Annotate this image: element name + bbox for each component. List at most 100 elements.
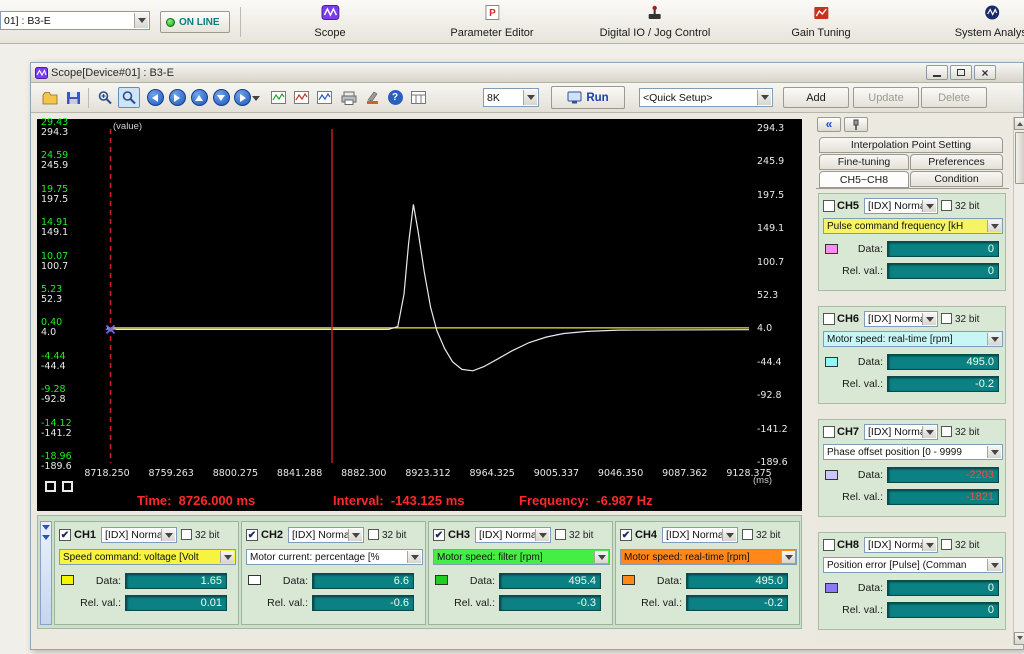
ch4-signal-select[interactable]: Motor speed: real-time [rpm] (620, 549, 797, 565)
open-file-button[interactable] (39, 87, 61, 108)
device-selector[interactable]: 01] : B3-E (0, 11, 150, 30)
ch5-32bit-checkbox[interactable] (941, 200, 952, 211)
run-button[interactable]: Run (551, 86, 625, 109)
ch5-idx-select[interactable]: [IDX] Norma (864, 198, 938, 214)
sample-rate-select[interactable]: 8K (483, 88, 539, 107)
zoom-window-button[interactable] (267, 87, 289, 108)
chevron-down-icon[interactable] (757, 90, 771, 105)
tool-gain-tuning[interactable]: Gain Tuning (791, 5, 850, 39)
ch6-label: CH6 (837, 313, 859, 325)
ch1-data-label: Data: (79, 575, 121, 587)
help-button[interactable]: ? (384, 87, 406, 108)
pan-down-button[interactable] (210, 87, 232, 108)
tab-ch5-ch8[interactable]: CH5~CH8 (819, 171, 909, 188)
ch7-32bit-checkbox[interactable] (941, 426, 952, 437)
delete-button[interactable]: Delete (921, 87, 987, 108)
ch2-signal-select[interactable]: Motor current: percentage [% (246, 549, 423, 565)
ch3-32bit-checkbox[interactable] (555, 529, 566, 540)
scope-plot-area[interactable]: (value) 29.43294.3294.324.59245.9245.919… (37, 119, 802, 511)
cursor-toggle-2[interactable] (62, 481, 73, 492)
zoom-select-button[interactable] (118, 87, 140, 108)
ch6-enable-checkbox[interactable] (823, 313, 835, 325)
axis-tick-label: -92.8 (757, 391, 782, 401)
axis-tick-label: 8718.250 (84, 469, 129, 479)
restore-button[interactable] (950, 65, 972, 80)
panel-collapse-button[interactable]: « (817, 117, 841, 132)
tab-interpolation-point-setting[interactable]: Interpolation Point Setting (819, 137, 1003, 153)
zoom-x-button[interactable] (290, 87, 312, 108)
ch7-idx-select[interactable]: [IDX] Norma (864, 424, 938, 440)
ch3-idx-select[interactable]: [IDX] Norma (475, 527, 551, 543)
ch1-signal-select[interactable]: Speed command: voltage [Volt (59, 549, 236, 565)
ch7-relval-value: -1821 (887, 489, 999, 505)
chevron-down-icon[interactable] (523, 90, 537, 105)
axis-tick-label: 4.0 (757, 324, 772, 334)
pan-right-button[interactable] (166, 87, 188, 108)
delete-label: Delete (938, 92, 970, 104)
tools-button[interactable] (361, 87, 383, 108)
tool-parameter-editor[interactable]: P Parameter Editor (450, 5, 533, 39)
ch8-idx-select[interactable]: [IDX] Norma (864, 537, 938, 553)
tool-scope[interactable]: Scope (314, 5, 345, 39)
ch7-signal-select[interactable]: Phase offset position [0 - 9999 (823, 444, 1003, 460)
ch1-32bit-checkbox[interactable] (181, 529, 192, 540)
axis-tick-label: 4.0 (41, 328, 56, 338)
ch8-32bit-checkbox[interactable] (941, 539, 952, 550)
ch5-data-value: 0 (887, 241, 999, 257)
tool-system-analysis[interactable]: System Analysi (955, 5, 1024, 39)
ch5-label: CH5 (837, 200, 859, 212)
window-title-bar[interactable]: Scope[Device#01] : B3-E × (31, 63, 1023, 83)
tool-digital-io-jog[interactable]: Digital IO / Jog Control (600, 5, 711, 39)
ch8-signal-select[interactable]: Position error [Pulse] (Comman (823, 557, 1003, 573)
chevron-down-icon[interactable] (134, 13, 148, 28)
ch5-enable-checkbox[interactable] (823, 200, 835, 212)
add-button[interactable]: Add (783, 87, 849, 108)
toolbar-separator (240, 7, 241, 37)
quick-setup-select[interactable]: <Quick Setup> (639, 88, 773, 107)
ch2-32bit-checkbox[interactable] (368, 529, 379, 540)
zoom-y-button[interactable] (313, 87, 335, 108)
save-button[interactable] (62, 87, 84, 108)
ch6-color-swatch (825, 357, 838, 367)
update-button[interactable]: Update (853, 87, 919, 108)
scroll-up-button[interactable] (1014, 117, 1024, 130)
scrollbar-thumb[interactable] (1015, 132, 1024, 184)
minimize-button[interactable] (926, 65, 948, 80)
ch4-idx-select[interactable]: [IDX] Norma (662, 527, 738, 543)
ch6-32bit-checkbox[interactable] (941, 313, 952, 324)
axis-tick-label: 294.3 (41, 128, 68, 138)
ch6-signal-select[interactable]: Motor speed: real-time [rpm] (823, 331, 1003, 347)
scroll-down-button[interactable] (1014, 632, 1024, 645)
ch4-32bit-checkbox[interactable] (742, 529, 753, 540)
ch3-signal-select[interactable]: Motor speed: filter [rpm] (433, 549, 610, 565)
ch2-enable-checkbox[interactable]: ✔ (246, 529, 258, 541)
ch7-enable-checkbox[interactable] (823, 426, 835, 438)
tab-fine-tuning[interactable]: Fine-tuning (819, 154, 909, 170)
ch4-label: CH4 (635, 529, 657, 541)
pan-left-button[interactable] (144, 87, 166, 108)
ch8-enable-checkbox[interactable] (823, 539, 835, 551)
ch6-idx-select[interactable]: [IDX] Norma (864, 311, 938, 327)
zoom-in-button[interactable] (94, 87, 116, 108)
ch1-idx-select[interactable]: [IDX] Norma (101, 527, 177, 543)
tab-condition[interactable]: Condition (910, 171, 1003, 187)
online-status-button[interactable]: ON LINE (160, 11, 230, 33)
pin-button[interactable] (844, 117, 868, 132)
strip-collapse-handle[interactable] (40, 521, 52, 625)
ch5-signal-select[interactable]: Pulse command frequency [kH (823, 218, 1003, 234)
tab-preferences[interactable]: Preferences (910, 154, 1003, 170)
ch3-enable-checkbox[interactable]: ✔ (433, 529, 445, 541)
ch2-idx-select[interactable]: [IDX] Norma (288, 527, 364, 543)
cursor-toggle-1[interactable] (45, 481, 56, 492)
ch1-enable-checkbox[interactable]: ✔ (59, 529, 71, 541)
vertical-scrollbar[interactable] (1013, 117, 1024, 645)
print-button[interactable] (338, 87, 360, 108)
ch7-label: CH7 (837, 426, 859, 438)
pan-up-button[interactable] (188, 87, 210, 108)
data-export-button[interactable] (407, 87, 429, 108)
application-root: 01] : B3-E ON LINE Scope P Parameter Edi… (0, 0, 1024, 654)
close-button[interactable]: × (974, 65, 996, 80)
axis-tick-label: 9046.350 (598, 469, 643, 479)
ch4-enable-checkbox[interactable]: ✔ (620, 529, 632, 541)
pan-menu-button[interactable] (232, 87, 262, 108)
